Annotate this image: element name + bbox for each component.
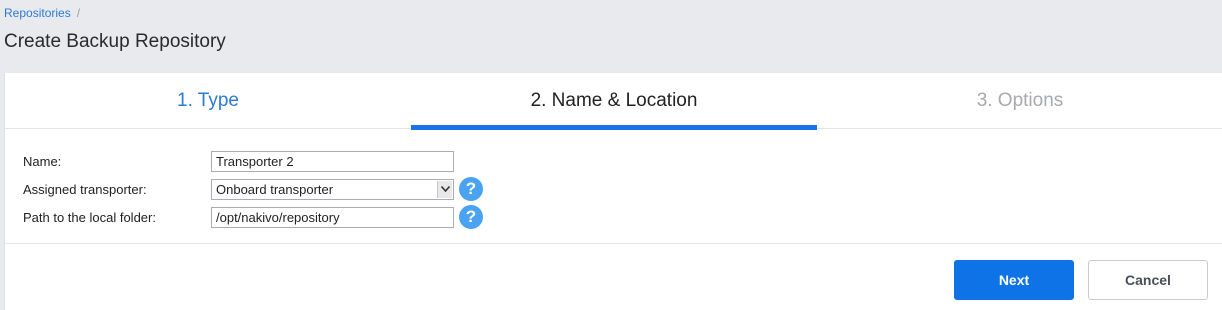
next-button[interactable]: Next [954,260,1074,300]
wizard-steps: 1. Type 2. Name & Location 3. Options [5,73,1222,130]
step-options: 3. Options [976,90,1064,111]
footer-divider [5,243,1222,244]
transporter-label: Assigned transporter: [23,181,147,197]
breadcrumb-separator: / [76,6,81,20]
name-label: Name: [23,153,62,169]
path-input[interactable] [211,206,454,228]
step-type[interactable]: 1. Type [5,73,411,129]
name-input[interactable] [211,150,454,172]
transporter-select-value: Onboard transporter [216,181,334,197]
wizard-panel: 1. Type 2. Name & Location 3. Options Na… [4,73,1222,310]
breadcrumb-link-repositories[interactable]: Repositories [4,6,71,20]
cancel-button[interactable]: Cancel [1088,260,1208,300]
path-help-icon[interactable]: ? [459,205,483,229]
chevron-down-icon[interactable] [437,180,452,198]
breadcrumb: Repositories / [4,6,80,20]
step-name-location[interactable]: 2. Name & Location [411,73,817,130]
transporter-help-icon[interactable]: ? [459,177,483,201]
path-label: Path to the local folder: [23,209,156,225]
page-title: Create Backup Repository [4,31,226,52]
transporter-select[interactable]: Onboard transporter [211,178,454,200]
